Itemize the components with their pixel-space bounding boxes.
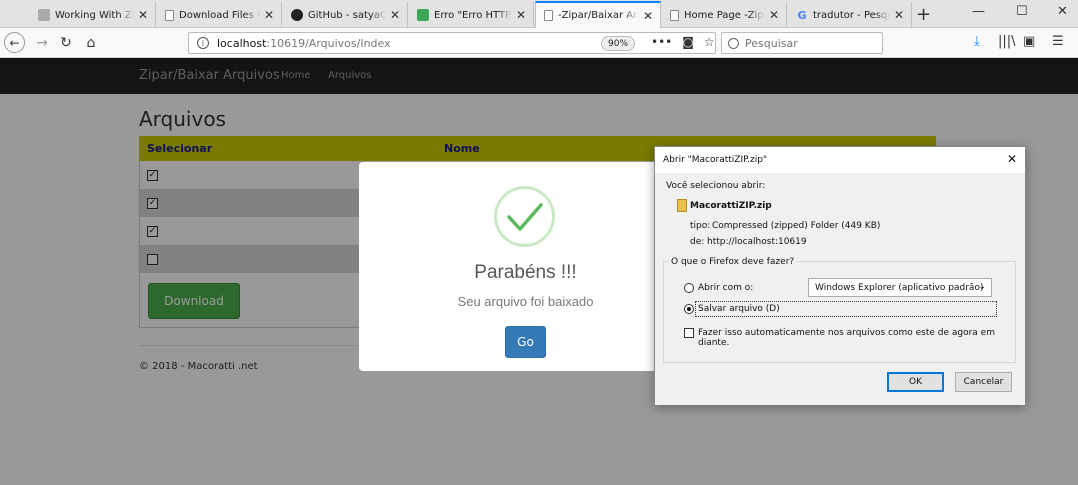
google-icon: G (797, 8, 807, 22)
zoom-indicator[interactable]: 90% (601, 36, 636, 51)
go-button[interactable]: Go (505, 326, 546, 358)
tab-title: Erro "Erro HTTP 40 (434, 9, 512, 21)
tab-title: Download Files In 2 (179, 9, 260, 21)
library-icon[interactable]: |||\ (998, 34, 1016, 49)
alert-text: Seu arquivo foi baixado (457, 294, 594, 309)
action-question: O que o Firefox deve fazer? (669, 257, 797, 267)
open-with-label: Abrir com o: (698, 283, 754, 293)
tab-zipar-baixar-active[interactable]: -Zipar/Baixar Arqui ✕ (535, 1, 661, 28)
search-icon (728, 37, 739, 49)
download-icon[interactable]: ⤓ (974, 34, 980, 49)
download-dialog: Abrir "MacorattiZIP.zip" ✕ Você selecion… (654, 146, 1026, 405)
document-icon (670, 9, 679, 21)
navigation-toolbar: ← → ↻ ⌂ i localhost:10619/Arquivos/Index… (0, 28, 1078, 58)
close-tab-icon[interactable]: ✕ (768, 8, 780, 22)
tab-title: -Zipar/Baixar Arqui (558, 10, 639, 21)
tab-download-files[interactable]: Download Files In 2 ✕ (157, 2, 282, 28)
search-input[interactable]: Pesquisar (721, 32, 883, 54)
close-tab-icon[interactable]: ✕ (893, 8, 905, 22)
sidebar-icon[interactable]: ▣ (1023, 34, 1035, 49)
menu-icon[interactable]: ☰ (1052, 34, 1064, 49)
bookmark-star-icon[interactable]: ☆ (704, 35, 715, 49)
file-name: MacorattiZIP.zip (690, 201, 772, 211)
auto-action-checkbox[interactable] (684, 328, 694, 338)
ok-button[interactable]: OK (887, 372, 944, 392)
page-actions-icon[interactable]: ••• (651, 35, 672, 49)
tab-tradutor[interactable]: G tradutor - Pesquisa ✕ (788, 2, 912, 28)
success-check-icon (494, 186, 555, 247)
close-tab-icon[interactable]: ✕ (389, 8, 401, 22)
save-file-radio[interactable] (684, 304, 694, 314)
tab-title: GitHub - satyaCsgi (308, 9, 386, 21)
cancel-button[interactable]: Cancelar (955, 372, 1012, 392)
from-value: http://localhost:10619 (707, 237, 807, 247)
tab-title: Home Page -Zipar (684, 9, 765, 21)
close-tab-icon[interactable]: ✕ (515, 8, 527, 22)
type-value: Compressed (zipped) Folder (449 KB) (712, 221, 881, 231)
maximize-icon[interactable]: ☐ (1016, 4, 1028, 19)
open-with-radio[interactable] (684, 283, 694, 293)
close-icon[interactable]: ✕ (1007, 152, 1017, 166)
auto-action-label: Fazer isso automaticamente nos arquivos … (698, 328, 995, 348)
back-icon[interactable]: ← (4, 32, 25, 53)
zip-folder-icon (677, 199, 687, 212)
alert-title: Parabéns !!! (474, 262, 577, 283)
from-label: de: (690, 237, 705, 247)
forward-icon[interactable]: → (32, 33, 52, 53)
close-tab-icon[interactable]: ✕ (137, 8, 149, 22)
home-icon[interactable]: ⌂ (81, 33, 101, 53)
dialog-body: Você selecionou abrir: MacorattiZIP.zip … (655, 173, 1025, 405)
github-icon (291, 9, 303, 21)
site-info-icon[interactable]: i (197, 37, 209, 49)
document-icon (165, 9, 174, 21)
tab-erro-http[interactable]: Erro "Erro HTTP 40 ✕ (409, 2, 534, 28)
url-host: localhost (217, 36, 267, 50)
chevron-down-icon: ⌄ (978, 282, 986, 292)
document-icon (544, 10, 553, 21)
type-label: tipo: (690, 221, 711, 231)
pocket-icon[interactable]: ◙ (682, 35, 694, 49)
tab-title: Working With Zip Files (55, 9, 134, 21)
generic-page-icon (38, 9, 50, 21)
address-bar[interactable]: i localhost:10619/Arquivos/Index 90% •••… (188, 32, 716, 54)
reload-icon[interactable]: ↻ (56, 33, 76, 53)
dialog-titlebar: Abrir "MacorattiZIP.zip" ✕ (655, 147, 1025, 173)
tab-strip: Working With Zip Files ✕ Download Files … (0, 0, 1078, 28)
url-path: :10619/Arquivos/Index (266, 36, 391, 50)
tab-working-with-zip-files[interactable]: Working With Zip Files ✕ (30, 2, 156, 28)
tab-home-page[interactable]: Home Page -Zipar ✕ (662, 2, 787, 28)
save-file-label: Salvar arquivo (D) (698, 304, 780, 314)
search-placeholder: Pesquisar (745, 36, 798, 50)
close-window-icon[interactable]: ✕ (1057, 4, 1068, 19)
dialog-title: Abrir "MacorattiZIP.zip" (663, 155, 768, 165)
dialog-intro: Você selecionou abrir: (666, 181, 766, 191)
open-with-app: Windows Explorer (aplicativo padrão) (815, 282, 984, 293)
success-alert: Parabéns !!! Seu arquivo foi baixado Go (359, 162, 692, 371)
error-page-icon (417, 9, 429, 21)
tab-github[interactable]: GitHub - satyaCsgi ✕ (283, 2, 408, 28)
tab-title: tradutor - Pesquisa (813, 9, 890, 21)
new-tab-icon[interactable]: + (916, 4, 931, 25)
minimize-icon[interactable]: — (972, 4, 985, 19)
open-with-select[interactable]: Windows Explorer (aplicativo padrão) ⌄ (808, 278, 992, 297)
close-tab-icon[interactable]: ✕ (642, 9, 654, 23)
close-tab-icon[interactable]: ✕ (263, 8, 275, 22)
